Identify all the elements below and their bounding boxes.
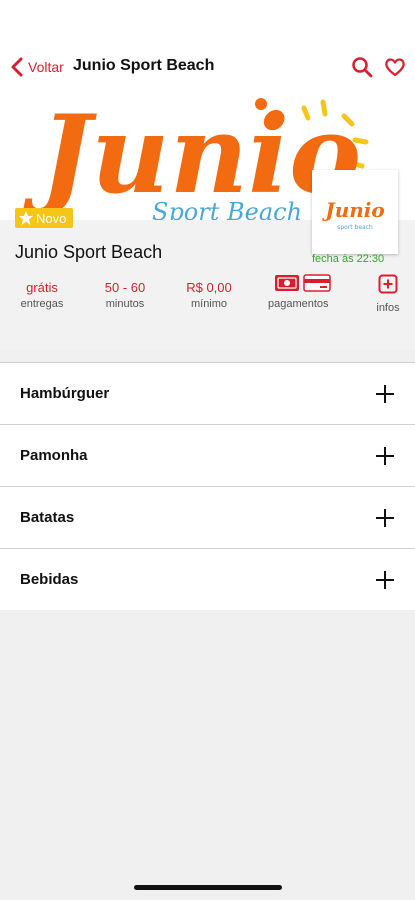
back-button-label: Voltar	[28, 59, 64, 75]
thumb-logo-subtext: sport beach	[337, 224, 373, 231]
thumb-logo-text: Junio	[321, 198, 384, 222]
delivery-time-stat: 50 - 60 minutos	[97, 280, 153, 310]
store-logo-image: Junio sport beach	[321, 198, 384, 231]
delivery-fee-label: entregas	[20, 298, 64, 310]
plus-icon	[376, 384, 394, 403]
closing-time: fecha às 22:30	[312, 253, 385, 265]
home-indicator[interactable]	[134, 885, 282, 890]
plus-icon	[376, 508, 394, 527]
minimum-order-label: mínimo	[190, 298, 228, 310]
category-label: Pamonha	[20, 447, 88, 464]
banner-logo-subtext: Sport Beach	[152, 198, 302, 220]
chevron-left-icon	[11, 57, 23, 77]
cash-icon	[275, 275, 299, 291]
menu-categories-list: Hambúrguer Pamonha Batatas Bebidas	[0, 362, 415, 610]
delivery-time-label: minutos	[105, 298, 145, 310]
category-label: Batatas	[20, 509, 75, 526]
category-row-batatas[interactable]: Batatas	[0, 486, 415, 548]
category-row-hamburguer[interactable]: Hambúrguer	[0, 362, 415, 424]
plus-square-icon	[378, 274, 398, 294]
infos-label: infos	[376, 302, 400, 314]
heart-icon[interactable]	[384, 56, 406, 78]
delivery-fee-value: grátis	[26, 280, 58, 295]
delivery-fee-stat: grátis entregas	[15, 280, 69, 310]
delivery-time-value: 50 - 60	[104, 280, 146, 295]
back-button[interactable]: Voltar	[10, 55, 64, 79]
star-icon	[19, 211, 33, 225]
minimum-order-stat: R$ 0,00 mínimo	[180, 280, 238, 310]
category-row-pamonha[interactable]: Pamonha	[0, 424, 415, 486]
search-icon[interactable]	[351, 56, 373, 78]
new-badge: Novo	[15, 208, 73, 228]
new-badge-label: Novo	[36, 210, 67, 226]
navigation-bar: Voltar Junio Sport Beach	[0, 0, 415, 90]
store-name: Junio Sport Beach	[15, 242, 163, 262]
category-label: Bebidas	[20, 571, 79, 588]
payment-methods-label: pagamentos	[268, 298, 329, 310]
page-title: Junio Sport Beach	[73, 57, 215, 74]
category-row-bebidas[interactable]: Bebidas	[0, 548, 415, 610]
store-logo-thumbnail: Junio sport beach	[312, 170, 398, 254]
plus-icon	[376, 570, 394, 589]
card-icon	[303, 274, 331, 292]
minimum-order-value: R$ 0,00	[186, 280, 232, 295]
infos-button[interactable]: infos	[373, 274, 403, 314]
payment-methods-button[interactable]	[274, 274, 331, 292]
plus-icon	[376, 446, 394, 465]
category-label: Hambúrguer	[20, 385, 110, 402]
